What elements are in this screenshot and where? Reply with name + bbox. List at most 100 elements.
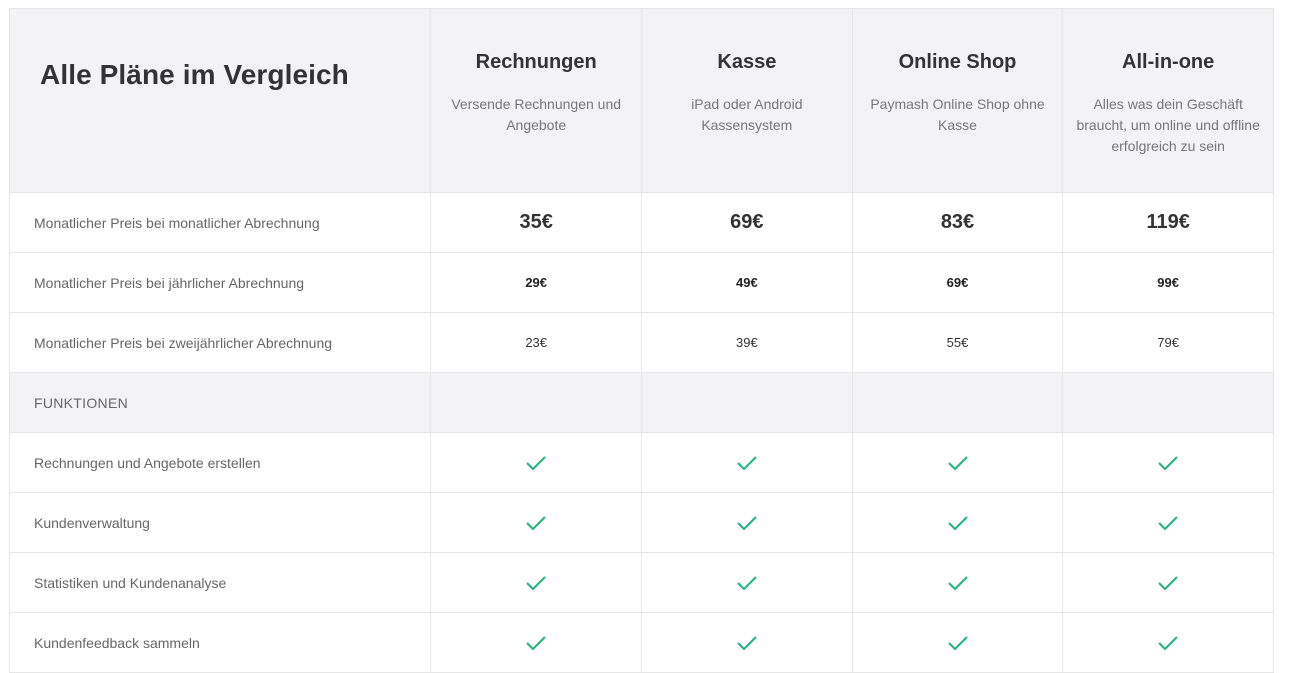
check-icon — [526, 455, 546, 470]
plan-description: iPad oder Android Kassensystem — [691, 96, 803, 133]
section-empty-cell — [853, 373, 1064, 432]
price-value: 69€ — [946, 275, 969, 290]
plan-comparison-table: Alle Pläne im Vergleich Rechnungen Verse… — [9, 8, 1274, 673]
price-cell: 39€ — [642, 313, 853, 372]
feature-cell — [853, 433, 1064, 492]
price-row-yearly: Monatlicher Preis bei jährlicher Abrechn… — [10, 253, 1274, 313]
price-row-monthly: Monatlicher Preis bei monatlicher Abrech… — [10, 193, 1274, 253]
feature-cell — [853, 493, 1064, 552]
page-title: Alle Pläne im Vergleich — [40, 59, 349, 90]
feature-cell — [431, 613, 643, 672]
plan-description: Alles was dein Geschäft braucht, um onli… — [1076, 96, 1260, 154]
plan-name: Online Shop — [898, 51, 1017, 73]
feature-label: Kundenverwaltung — [34, 514, 150, 531]
plan-header-online-shop: Online Shop Paymash Online Shop ohne Kas… — [853, 9, 1064, 192]
row-label: Monatlicher Preis bei zweijährlicher Abr… — [34, 334, 333, 351]
header-title-cell: Alle Pläne im Vergleich — [10, 9, 432, 192]
check-icon — [526, 515, 546, 530]
feature-cell — [1063, 613, 1274, 672]
feature-cell — [642, 553, 853, 612]
table-header-row: Alle Pläne im Vergleich Rechnungen Verse… — [10, 9, 1274, 193]
feature-cell — [1063, 493, 1274, 552]
feature-cell — [431, 553, 643, 612]
price-value: 69€ — [730, 211, 764, 233]
price-cell: 69€ — [642, 193, 853, 252]
check-icon — [947, 515, 968, 530]
row-label-cell: Kundenverwaltung — [10, 493, 432, 552]
check-icon — [526, 635, 546, 650]
price-value: 29€ — [525, 275, 548, 290]
plan-description: Versende Rechnungen und Angebote — [451, 96, 622, 133]
price-value: 99€ — [1157, 275, 1179, 290]
row-label-cell: Monatlicher Preis bei monatlicher Abrech… — [10, 193, 432, 252]
plan-name: Rechnungen — [475, 51, 597, 73]
check-icon — [947, 575, 968, 590]
section-row-functions: FUNKTIONEN — [10, 373, 1274, 433]
section-label-cell: FUNKTIONEN — [10, 373, 432, 432]
check-icon — [737, 515, 757, 530]
row-label-cell: Monatlicher Preis bei zweijährlicher Abr… — [10, 313, 432, 372]
check-icon — [1158, 575, 1178, 590]
plan-header-rechnungen: Rechnungen Versende Rechnungen und Angeb… — [431, 9, 643, 192]
feature-row: Rechnungen und Angebote erstellen — [10, 433, 1274, 493]
check-icon — [947, 455, 968, 470]
feature-cell — [642, 433, 853, 492]
check-icon — [737, 455, 757, 470]
row-label-cell: Statistiken und Kundenanalyse — [10, 553, 432, 612]
plan-name: Kasse — [717, 51, 777, 73]
price-cell: 119€ — [1063, 193, 1274, 252]
check-icon — [947, 635, 968, 650]
feature-label: Rechnungen und Angebote erstellen — [34, 454, 261, 471]
plan-name: All-in-one — [1122, 51, 1215, 73]
price-cell: 29€ — [431, 253, 643, 312]
price-cell: 83€ — [853, 193, 1064, 252]
feature-row: Kundenverwaltung — [10, 493, 1274, 553]
plan-header-kasse: Kasse iPad oder Android Kassensystem — [642, 9, 853, 192]
section-empty-cell — [1063, 373, 1274, 432]
feature-cell — [853, 613, 1064, 672]
row-label-cell: Kundenfeedback sammeln — [10, 613, 432, 672]
check-icon — [1158, 515, 1178, 530]
price-cell: 69€ — [853, 253, 1064, 312]
price-value: 23€ — [525, 335, 548, 350]
price-value: 83€ — [940, 211, 975, 233]
feature-cell — [1063, 553, 1274, 612]
feature-cell — [642, 493, 853, 552]
feature-cell — [431, 433, 643, 492]
price-value: 35€ — [519, 211, 553, 233]
plan-header-all-in-one: All-in-one Alles was dein Geschäft brauc… — [1063, 9, 1274, 192]
price-cell: 35€ — [431, 193, 643, 252]
price-cell: 23€ — [431, 313, 643, 372]
row-label-cell: Rechnungen und Angebote erstellen — [10, 433, 432, 492]
price-value: 49€ — [735, 275, 758, 290]
section-empty-cell — [431, 373, 643, 432]
feature-label: Kundenfeedback sammeln — [34, 634, 200, 651]
price-value: 119€ — [1146, 211, 1190, 233]
price-cell: 99€ — [1063, 253, 1274, 312]
row-label: Monatlicher Preis bei monatlicher Abrech… — [34, 214, 320, 231]
row-label-cell: Monatlicher Preis bei jährlicher Abrechn… — [10, 253, 432, 312]
price-cell: 79€ — [1063, 313, 1274, 372]
check-icon — [737, 635, 757, 650]
feature-row: Kundenfeedback sammeln — [10, 613, 1274, 673]
feature-cell — [431, 493, 643, 552]
price-row-biennial: Monatlicher Preis bei zweijährlicher Abr… — [10, 313, 1274, 373]
feature-label: Statistiken und Kundenanalyse — [34, 574, 227, 591]
section-empty-cell — [642, 373, 853, 432]
feature-row: Statistiken und Kundenanalyse — [10, 553, 1274, 613]
check-icon — [1158, 455, 1178, 470]
price-cell: 55€ — [853, 313, 1064, 372]
price-cell: 49€ — [642, 253, 853, 312]
row-label: Monatlicher Preis bei jährlicher Abrechn… — [34, 274, 305, 291]
feature-cell — [853, 553, 1064, 612]
check-icon — [737, 575, 757, 590]
price-value: 39€ — [735, 335, 758, 350]
plan-description: Paymash Online Shop ohne Kasse — [870, 96, 1045, 133]
feature-cell — [642, 613, 853, 672]
check-icon — [1158, 635, 1178, 650]
price-value: 55€ — [946, 335, 969, 350]
price-value: 79€ — [1157, 335, 1179, 350]
feature-cell — [1063, 433, 1274, 492]
section-label: FUNKTIONEN — [34, 394, 128, 411]
check-icon — [526, 575, 546, 590]
